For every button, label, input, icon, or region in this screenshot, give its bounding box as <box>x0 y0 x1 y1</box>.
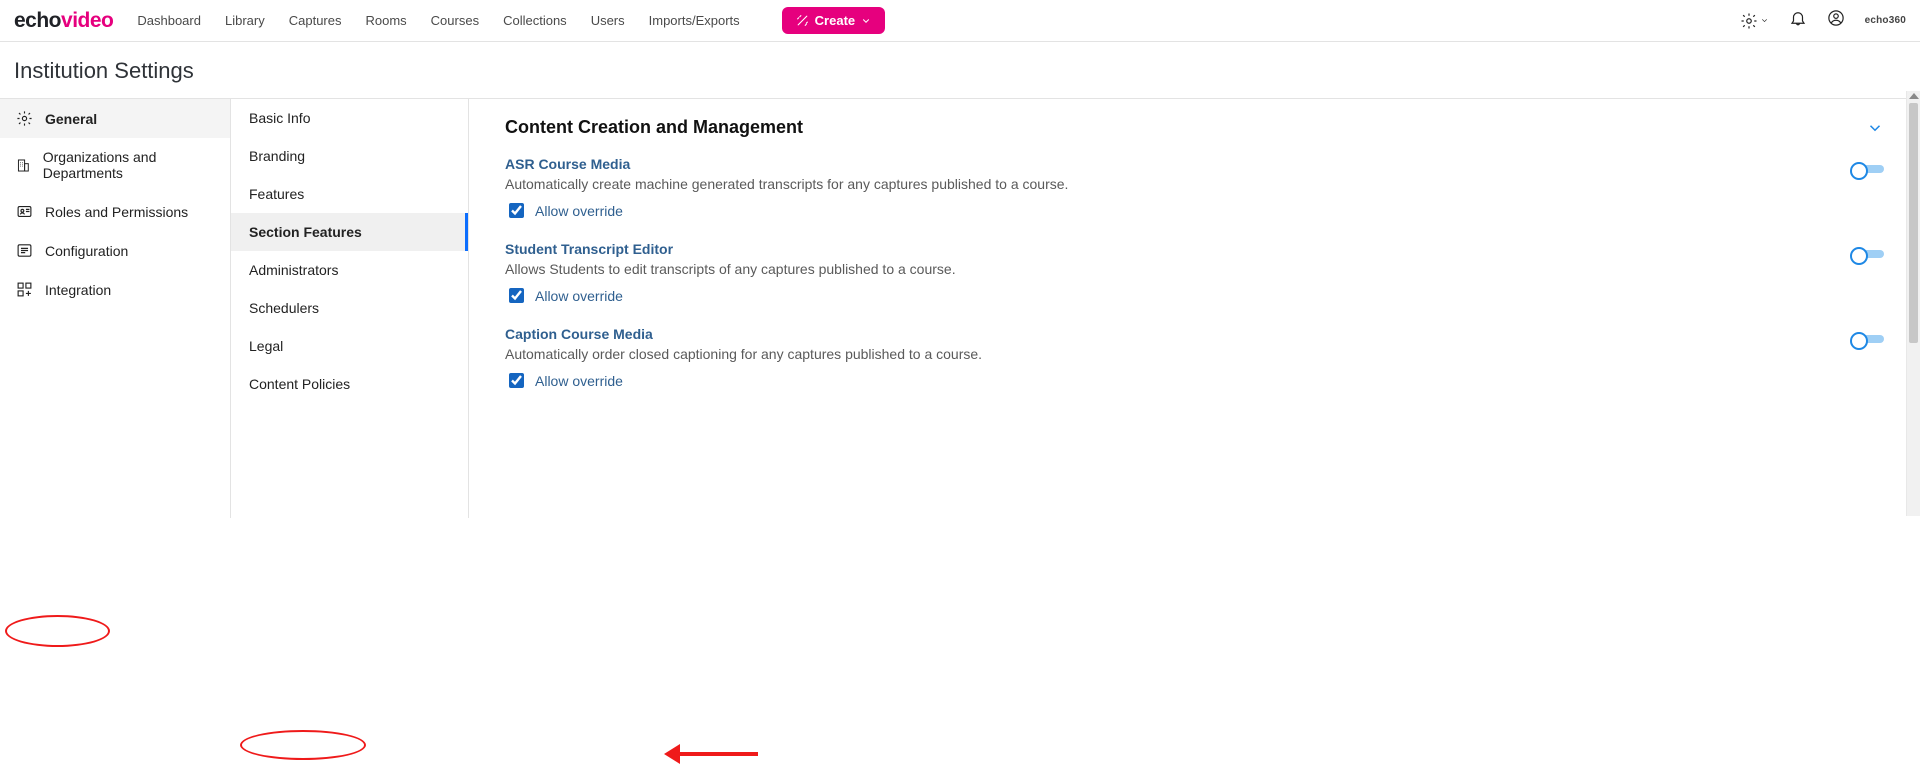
topnav-courses[interactable]: Courses <box>431 13 479 28</box>
subnav-features[interactable]: Features <box>231 175 468 213</box>
setting-toggle[interactable] <box>1850 245 1884 263</box>
override-label: Allow override <box>535 373 623 389</box>
top-bar: echovideo Dashboard Library Captures Roo… <box>0 0 1920 42</box>
topnav-rooms[interactable]: Rooms <box>365 13 406 28</box>
logo: echovideo <box>14 9 113 33</box>
setting-asr-course-media: ASR Course Media Automatically create ma… <box>505 150 1884 235</box>
wand-icon <box>796 14 809 27</box>
setting-description: Allows Students to edit transcripts of a… <box>505 261 956 277</box>
chevron-down-icon <box>1760 16 1769 25</box>
sidebar-item-label: General <box>45 111 97 127</box>
chevron-down-icon <box>1866 119 1884 137</box>
body: General Organizations and Departments Ro… <box>0 99 1920 518</box>
sidebar-item-label: Organizations and Departments <box>43 149 214 181</box>
setting-caption-course-media: Caption Course Media Automatically order… <box>505 320 1884 405</box>
setting-toggle[interactable] <box>1850 160 1884 178</box>
sidebar-item-general[interactable]: General <box>0 99 230 138</box>
override-checkbox-input[interactable] <box>509 288 524 303</box>
annotation-ellipse-section-features <box>240 730 366 760</box>
scrollbar[interactable] <box>1906 91 1920 516</box>
top-nav: Dashboard Library Captures Rooms Courses… <box>137 7 885 34</box>
topnav-dashboard[interactable]: Dashboard <box>137 13 201 28</box>
allow-override-checkbox[interactable]: Allow override <box>505 370 982 391</box>
override-checkbox-input[interactable] <box>509 203 524 218</box>
subnav-administrators[interactable]: Administrators <box>231 251 468 289</box>
bell-icon <box>1789 9 1807 27</box>
sidebar-item-label: Roles and Permissions <box>45 204 188 220</box>
subnav-basic-info[interactable]: Basic Info <box>231 99 468 137</box>
create-button-label: Create <box>815 13 855 28</box>
topnav-users[interactable]: Users <box>591 13 625 28</box>
building-icon <box>16 157 31 174</box>
override-checkbox-input[interactable] <box>509 373 524 388</box>
logo-text-2: video <box>61 9 113 32</box>
override-label: Allow override <box>535 203 623 219</box>
user-circle-icon <box>1827 9 1845 27</box>
settings-menu[interactable] <box>1740 12 1769 30</box>
subnav-legal[interactable]: Legal <box>231 327 468 365</box>
setting-toggle[interactable] <box>1850 330 1884 348</box>
subnav-branding[interactable]: Branding <box>231 137 468 175</box>
override-label: Allow override <box>535 288 623 304</box>
sliders-icon <box>16 242 33 259</box>
setting-title: Caption Course Media <box>505 326 982 342</box>
setting-description: Automatically create machine generated t… <box>505 176 1068 192</box>
sidebar-item-roles[interactable]: Roles and Permissions <box>0 192 230 231</box>
gear-icon <box>16 110 33 127</box>
subnav-schedulers[interactable]: Schedulers <box>231 289 468 327</box>
sidebar-item-configuration[interactable]: Configuration <box>0 231 230 270</box>
logo-text-1: echo <box>14 9 61 32</box>
topnav-captures[interactable]: Captures <box>289 13 342 28</box>
sidebar-item-label: Integration <box>45 282 111 298</box>
annotation-arrow <box>678 752 758 756</box>
allow-override-checkbox[interactable]: Allow override <box>505 285 956 306</box>
notifications-button[interactable] <box>1789 9 1807 32</box>
subnav-section-features[interactable]: Section Features <box>231 213 468 251</box>
subnav: Basic Info Branding Features Section Fea… <box>231 99 469 518</box>
sidebar: General Organizations and Departments Ro… <box>0 99 231 518</box>
brand-mini-label: echo360 <box>1865 15 1906 26</box>
section-heading: Content Creation and Management <box>505 117 803 138</box>
setting-title: ASR Course Media <box>505 156 1068 172</box>
allow-override-checkbox[interactable]: Allow override <box>505 200 1068 221</box>
topnav-collections[interactable]: Collections <box>503 13 567 28</box>
topnav-imports-exports[interactable]: Imports/Exports <box>649 13 740 28</box>
sidebar-item-integration[interactable]: Integration <box>0 270 230 309</box>
sidebar-item-organizations[interactable]: Organizations and Departments <box>0 138 230 192</box>
gear-icon <box>1740 12 1758 30</box>
create-button[interactable]: Create <box>782 7 885 34</box>
chevron-down-icon <box>861 16 871 26</box>
integration-icon <box>16 281 33 298</box>
subnav-content-policies[interactable]: Content Policies <box>231 365 468 403</box>
account-button[interactable] <box>1827 9 1845 32</box>
sidebar-item-label: Configuration <box>45 243 128 259</box>
section-header[interactable]: Content Creation and Management <box>505 117 1884 138</box>
setting-description: Automatically order closed captioning fo… <box>505 346 982 362</box>
setting-student-transcript-editor: Student Transcript Editor Allows Student… <box>505 235 1884 320</box>
annotation-ellipse-general <box>5 615 110 647</box>
topnav-library[interactable]: Library <box>225 13 265 28</box>
main-content: Content Creation and Management ASR Cour… <box>469 99 1920 518</box>
top-right-tools: echo360 <box>1740 9 1906 32</box>
id-card-icon <box>16 203 33 220</box>
setting-title: Student Transcript Editor <box>505 241 956 257</box>
page-title: Institution Settings <box>0 42 1920 99</box>
